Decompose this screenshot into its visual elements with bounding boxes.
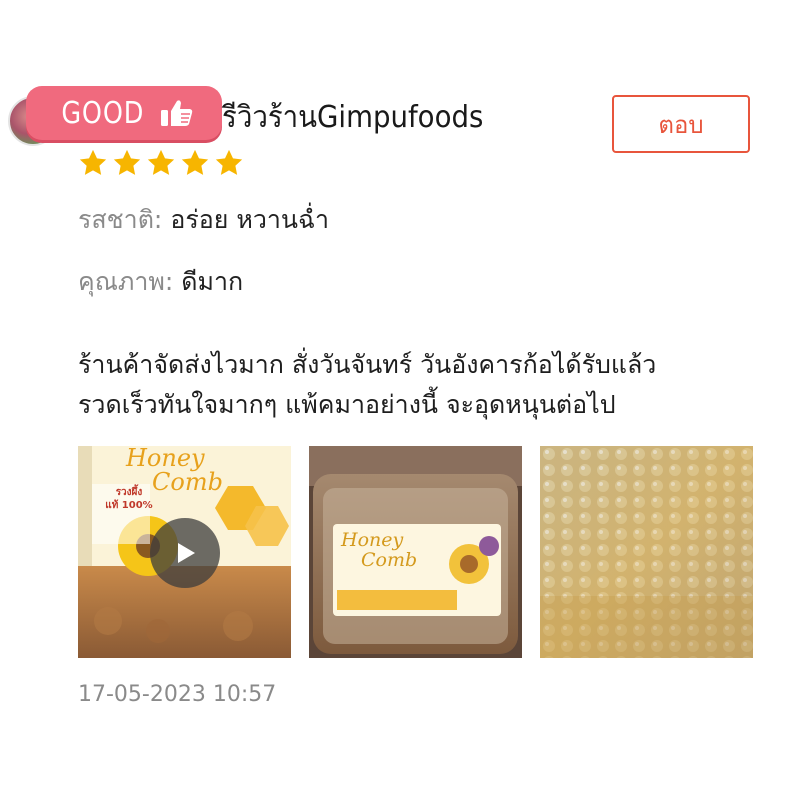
star-icon bbox=[215, 149, 243, 175]
star-icon bbox=[147, 149, 175, 175]
photo-product-label: Honey Comb bbox=[341, 529, 418, 571]
good-badge: GOOD bbox=[26, 86, 222, 140]
review-photo[interactable] bbox=[540, 446, 753, 658]
review-text-line: ร้านค้าจัดส่งไวมาก สั่งวันจันทร์ วันอังค… bbox=[78, 350, 657, 379]
attribute-quality: คุณภาพ: ดีมาก bbox=[78, 262, 243, 302]
review-text-line: รวดเร็วทันใจมากๆ แพ้คมาอย่างนี้ จะอุดหนุ… bbox=[78, 390, 616, 419]
star-icon bbox=[113, 149, 141, 175]
review-text: ร้านค้าจัดส่งไวมาก สั่งวันจันทร์ วันอังค… bbox=[78, 345, 778, 425]
attribute-value: ดีมาก bbox=[181, 267, 244, 296]
attribute-value: อร่อย หวานฉ่ำ bbox=[170, 205, 330, 234]
star-icon bbox=[181, 149, 209, 175]
review-video-thumbnail[interactable]: Honey Comb รวงผึ้ง แท้ 100% bbox=[78, 446, 291, 658]
star-icon bbox=[79, 149, 107, 175]
good-badge-text: GOOD bbox=[61, 95, 145, 131]
review-timestamp: 17-05-2023 10:57 bbox=[78, 682, 277, 707]
attribute-label: รสชาติ: bbox=[78, 205, 163, 234]
reviewer-name[interactable]: รีวิวร้านGimpufoods bbox=[222, 94, 483, 141]
attribute-label: คุณภาพ: bbox=[78, 267, 174, 296]
video-product-tag: รวงผึ้ง แท้ 100% bbox=[105, 487, 153, 511]
thumbs-up-icon bbox=[160, 98, 194, 128]
reply-button[interactable]: ตอบ bbox=[612, 95, 750, 153]
review-photo[interactable]: Honey Comb bbox=[309, 446, 522, 658]
play-icon[interactable] bbox=[150, 518, 220, 588]
star-rating bbox=[78, 148, 244, 178]
attribute-taste: รสชาติ: อร่อย หวานฉ่ำ bbox=[78, 200, 329, 240]
